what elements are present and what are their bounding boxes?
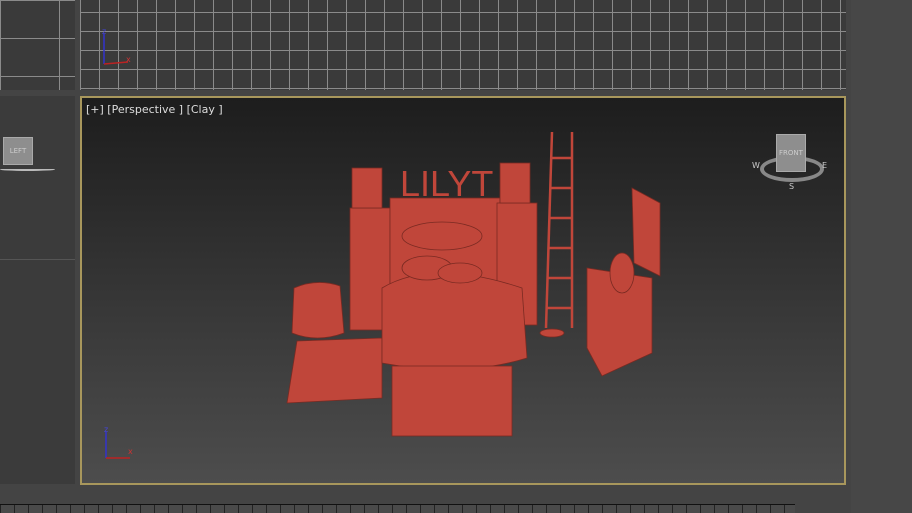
left-viewport[interactable]: LEFT xyxy=(0,96,75,484)
viewcube-left[interactable]: LEFT xyxy=(3,137,33,165)
ladder xyxy=(544,131,574,329)
perspective-viewport[interactable]: [+] [Perspective ] [Clay ] LILYT FRONT W… xyxy=(80,96,846,485)
bed xyxy=(381,272,528,370)
mirror xyxy=(631,187,661,277)
chair xyxy=(291,282,345,339)
rug xyxy=(286,337,383,404)
bench xyxy=(391,365,513,437)
svg-text:z: z xyxy=(102,28,106,36)
svg-text:x: x xyxy=(126,55,131,64)
top-left-viewport[interactable] xyxy=(0,0,75,90)
viewcube[interactable]: FRONT W E S xyxy=(752,134,832,194)
viewcube-front: FRONT xyxy=(776,134,806,172)
scene-render: LILYT xyxy=(286,131,661,437)
timeline-track[interactable] xyxy=(0,504,795,513)
svg-text:x: x xyxy=(128,447,133,456)
axis-tripod-icon: z x xyxy=(104,426,133,459)
command-panel xyxy=(851,0,912,513)
axis-tripod-icon: z x xyxy=(102,28,131,65)
svg-text:z: z xyxy=(104,426,108,434)
lilyt-sign: LILYT xyxy=(400,163,493,204)
top-viewport[interactable]: z x xyxy=(80,0,846,90)
compass-ring xyxy=(0,168,55,171)
